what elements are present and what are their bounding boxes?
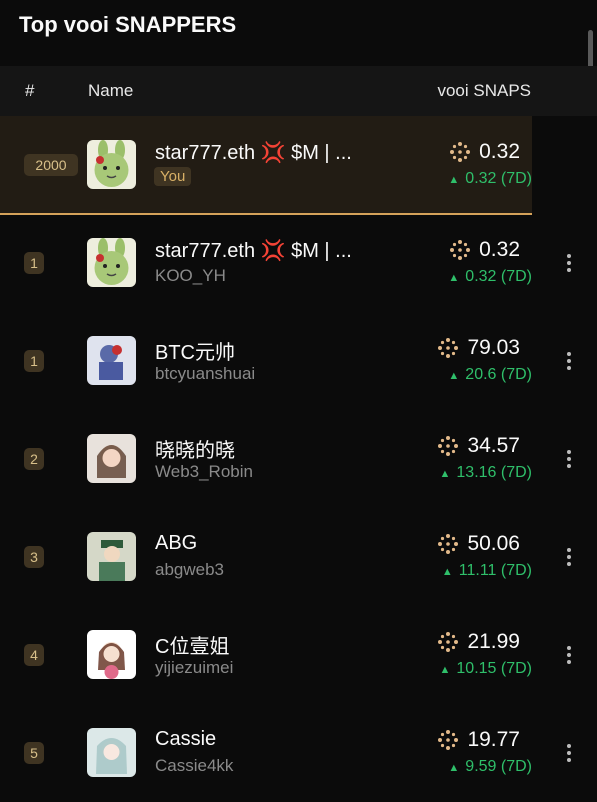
vooi-snap-icon	[450, 142, 471, 162]
avatar	[87, 140, 136, 189]
more-vertical-icon[interactable]	[566, 352, 572, 370]
up-triangle-icon: ▲	[448, 174, 460, 186]
snaps-amount: 34.57	[467, 434, 520, 457]
delta-7d: ▲ 20.6 (7D)	[448, 366, 532, 384]
more-vertical-icon[interactable]	[566, 254, 572, 272]
snaps-value: 21.99	[437, 630, 520, 654]
delta-7d: ▲ 0.32 (7D)	[448, 170, 532, 188]
user-name: C位壹姐	[155, 636, 230, 658]
rank-badge: 2000	[24, 153, 78, 176]
up-triangle-icon: ▲	[448, 370, 460, 382]
rank-badge: 3	[24, 546, 44, 568]
user-handle: KOO_YH	[155, 266, 226, 285]
avatar	[87, 238, 136, 287]
up-triangle-icon: ▲	[441, 566, 453, 578]
snaps-amount: 0.32	[479, 140, 520, 163]
more-vertical-icon[interactable]	[566, 646, 572, 664]
leaderboard-row[interactable]: 1 BTC元帅 btcyuanshuai 79.03 ▲ 20.6 (7D)	[0, 312, 532, 410]
snaps-value: 50.06	[437, 532, 520, 556]
snaps-value: 0.32	[449, 238, 520, 262]
delta-7d: ▲ 9.59 (7D)	[448, 758, 532, 776]
rank-badge: 4	[24, 644, 44, 666]
user-handle: btcyuanshuai	[155, 364, 256, 383]
leaderboard-row[interactable]: 4 C位壹姐 yijiezuimei 21.99 ▲ 10.15 (7D)	[0, 606, 532, 704]
vooi-snap-icon	[438, 730, 459, 750]
user-handle: Cassie4kk	[155, 756, 234, 775]
rank-badge: 2	[24, 448, 44, 470]
user-name: ABG	[155, 532, 198, 554]
avatar	[87, 630, 136, 679]
up-triangle-icon: ▲	[448, 272, 460, 284]
delta-value: 10.15 (7D)	[456, 660, 532, 677]
user-name: star777.eth 💢 $M | ...	[155, 142, 352, 164]
user-name: star777.eth 💢 $M | ...	[155, 240, 352, 262]
snaps-value: 34.57	[437, 434, 520, 458]
snaps-value: 79.03	[437, 336, 520, 360]
delta-7d: ▲ 0.32 (7D)	[448, 268, 532, 286]
delta-value: 9.59 (7D)	[465, 758, 532, 775]
delta-value: 13.16 (7D)	[456, 464, 532, 481]
user-name: Cassie	[155, 728, 217, 750]
up-triangle-icon: ▲	[448, 762, 460, 774]
avatar	[87, 434, 136, 483]
more-vertical-icon[interactable]	[566, 450, 572, 468]
user-name: BTC元帅	[155, 342, 235, 364]
snaps-amount: 21.99	[467, 630, 520, 653]
leaderboard-row[interactable]: 2 晓晓的晓 Web3_Robin 34.57 ▲ 13.16 (7D)	[0, 410, 532, 508]
more-vertical-icon[interactable]	[566, 744, 572, 762]
table-header: # Name vooi SNAPS	[0, 66, 597, 116]
snaps-amount: 19.77	[467, 728, 520, 751]
user-handle: Web3_Robin	[155, 462, 253, 481]
up-triangle-icon: ▲	[439, 664, 451, 676]
delta-7d: ▲ 10.15 (7D)	[440, 660, 532, 678]
vooi-snap-icon	[438, 534, 459, 554]
snaps-value: 0.32	[449, 140, 520, 164]
delta-7d: ▲ 11.11 (7D)	[442, 562, 532, 580]
delta-7d: ▲ 13.16 (7D)	[440, 464, 532, 482]
leaderboard-row[interactable]: 3 ABG abgweb3 50.06 ▲ 11.11 (7D)	[0, 508, 532, 606]
user-handle: abgweb3	[155, 560, 225, 579]
vooi-snap-icon	[438, 632, 459, 652]
rank-badge: 1	[24, 252, 44, 274]
avatar	[87, 728, 136, 777]
delta-value: 11.11 (7D)	[458, 562, 532, 579]
more-vertical-icon[interactable]	[566, 548, 572, 566]
snaps-value: 19.77	[437, 728, 520, 752]
leaderboard-row[interactable]: 1 star777.eth 💢 $M | ... KOO_YH 0.32 ▲ 0.32 (…	[0, 214, 532, 312]
delta-value: 20.6 (7D)	[465, 366, 532, 383]
vooi-snap-icon	[450, 240, 471, 260]
vooi-snap-icon	[438, 338, 459, 358]
rank-badge: 1	[24, 350, 44, 372]
avatar	[87, 532, 136, 581]
current-user-row[interactable]: 2000 star777.eth 💢 $M | ... 0.32 ▲0.32	[0, 116, 532, 215]
vooi-snap-icon	[438, 436, 459, 456]
user-name: 晓晓的晓	[155, 440, 235, 462]
delta-value: 0.32 (7D)	[465, 268, 532, 285]
up-triangle-icon: ▲	[439, 468, 451, 480]
name-column-header: Name	[88, 81, 134, 100]
user-handle: yijiezuimei	[155, 658, 234, 677]
rank-badge: 5	[24, 742, 44, 764]
avatar	[87, 336, 136, 385]
snaps-amount: 0.32	[479, 238, 520, 261]
page-title: Top vooi SNAPPERS	[19, 12, 237, 37]
rank-column-header: #	[25, 81, 35, 100]
leaderboard-row[interactable]: 5 Cassie Cassie4kk 19.77 ▲ 9.59 (7D)	[0, 704, 532, 802]
delta-value: 0.32 (7D)	[465, 170, 532, 187]
snaps-column-header: vooi SNAPS	[437, 81, 531, 100]
you-badge: You	[154, 167, 192, 186]
snaps-amount: 79.03	[467, 336, 520, 359]
snaps-amount: 50.06	[467, 532, 520, 555]
